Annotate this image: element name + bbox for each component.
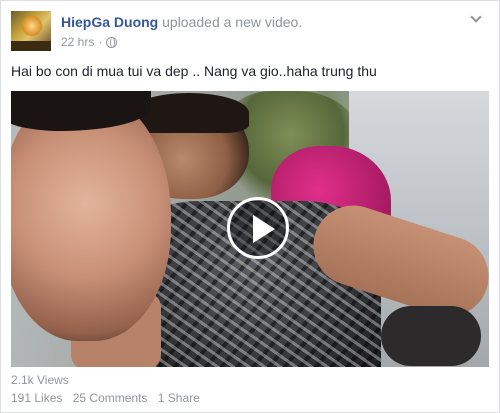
post-card: HiepGa Duong uploaded a new video. 22 hr…	[0, 0, 500, 413]
post-timestamp[interactable]: 22 hrs	[61, 35, 94, 49]
view-count: 2.1k Views	[11, 373, 69, 387]
likes-count-link[interactable]: 191 Likes	[11, 391, 62, 405]
play-icon	[253, 215, 275, 243]
meta-separator: ·	[98, 35, 103, 49]
globe-icon[interactable]	[106, 36, 118, 48]
engagement-stats: 191 Likes 25 Comments 1 Share	[11, 391, 200, 405]
post-action-text: uploaded a new video.	[162, 14, 303, 30]
avatar[interactable]	[11, 11, 51, 51]
video-dark-object	[381, 306, 481, 366]
avatar-ground-shape	[11, 41, 51, 51]
chevron-down-icon[interactable]	[471, 13, 481, 23]
play-button[interactable]	[227, 197, 289, 259]
post-meta: 22 hrs ·	[61, 35, 118, 49]
post-header-title: HiepGa Duong uploaded a new video.	[61, 14, 302, 30]
avatar-sun-shape	[21, 15, 43, 37]
post-header: HiepGa Duong uploaded a new video. 22 hr…	[11, 11, 481, 51]
shares-count-link[interactable]: 1 Share	[158, 391, 200, 405]
comments-count-link[interactable]: 25 Comments	[73, 391, 148, 405]
video-player[interactable]	[11, 91, 489, 367]
post-message: Hai bo con di mua tui va dep .. Nang va …	[11, 63, 377, 79]
author-name-link[interactable]: HiepGa Duong	[61, 14, 158, 30]
